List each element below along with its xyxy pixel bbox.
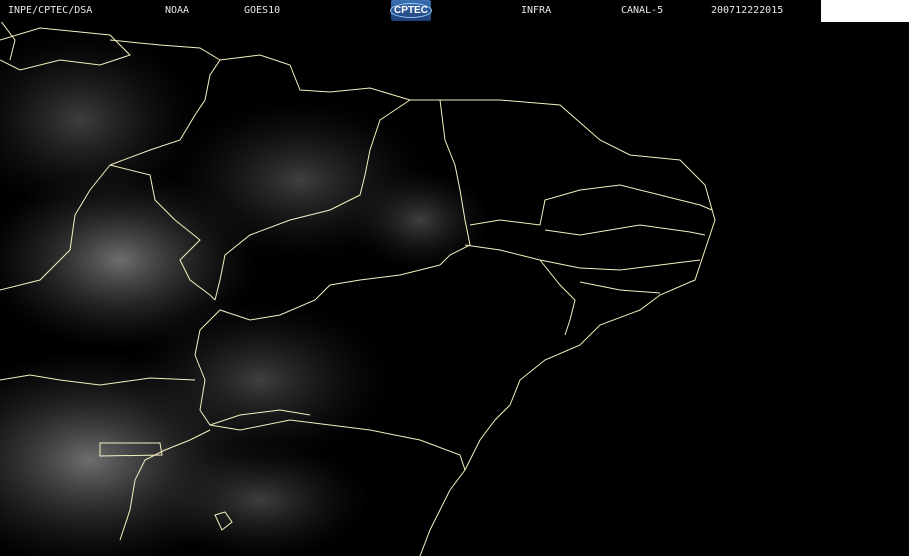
image-header: INPE/CPTEC/DSA NOAA GOES10 CPTEC INFRA C… [0,0,909,22]
cptec-logo: CPTEC [390,0,432,21]
datetime-label: 200712222015 [711,5,784,16]
logo-text: CPTEC [390,3,432,18]
channel-label: CANAL-5 [621,5,664,16]
agency-label: NOAA [165,5,190,16]
product-label: INFRA [521,5,552,16]
institution-label: INPE/CPTEC/DSA [8,5,93,16]
blank-panel [821,0,909,22]
satellite-label: GOES10 [244,5,281,16]
satellite-image [0,0,909,556]
